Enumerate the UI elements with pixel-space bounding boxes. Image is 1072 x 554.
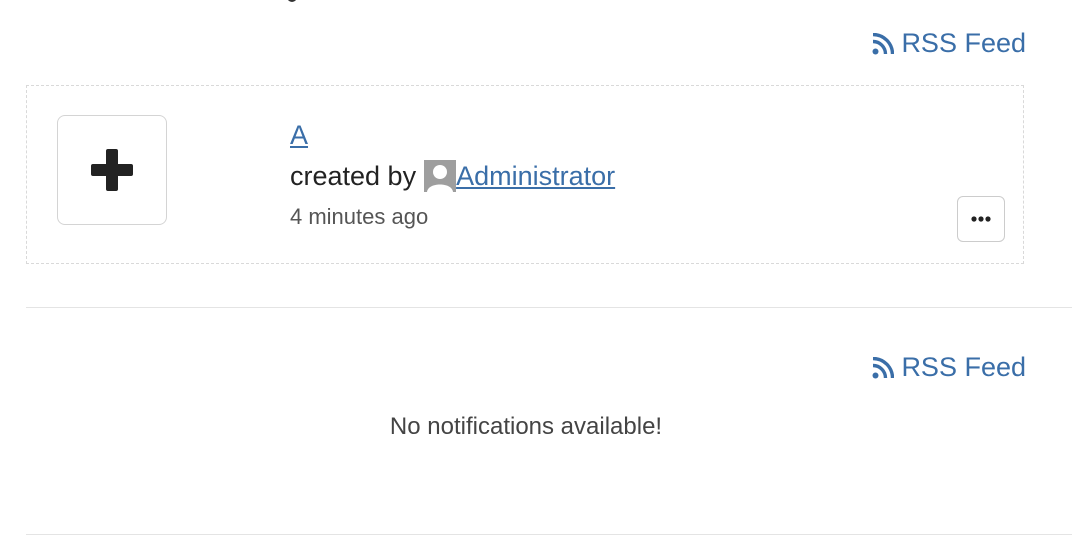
- timestamp: 4 minutes ago: [290, 204, 429, 229]
- author-link[interactable]: Administrator: [456, 161, 615, 192]
- rss-feed-link[interactable]: RSS Feed: [872, 28, 1026, 59]
- plus-icon: [91, 149, 133, 191]
- rss-icon: [872, 32, 895, 54]
- rss-icon: [872, 356, 895, 378]
- empty-notifications-message: No notifications available!: [389, 413, 663, 440]
- created-by-label: created by: [290, 160, 417, 191]
- user-avatar-icon: [427, 165, 454, 192]
- notifications-rss-feed-link[interactable]: RSS Feed: [872, 352, 1026, 383]
- section-divider: [26, 307, 1072, 308]
- page: RSS Feed A created by Administrator 4 mi…: [0, 0, 1072, 554]
- add-button[interactable]: [57, 115, 167, 225]
- ellipsis-icon: [971, 216, 991, 222]
- cropped-heading-glyph: [284, 0, 300, 4]
- created-by-line: created by Administrator: [290, 160, 615, 192]
- section-divider: [26, 534, 1072, 535]
- activity-card: A created by Administrator 4 minutes ago: [26, 85, 1024, 264]
- rss-feed-label: RSS Feed: [901, 28, 1026, 58]
- item-title-link[interactable]: A: [290, 120, 308, 151]
- more-options-button[interactable]: [957, 196, 1005, 242]
- rss-feed-label: RSS Feed: [901, 352, 1026, 382]
- avatar: [424, 160, 457, 192]
